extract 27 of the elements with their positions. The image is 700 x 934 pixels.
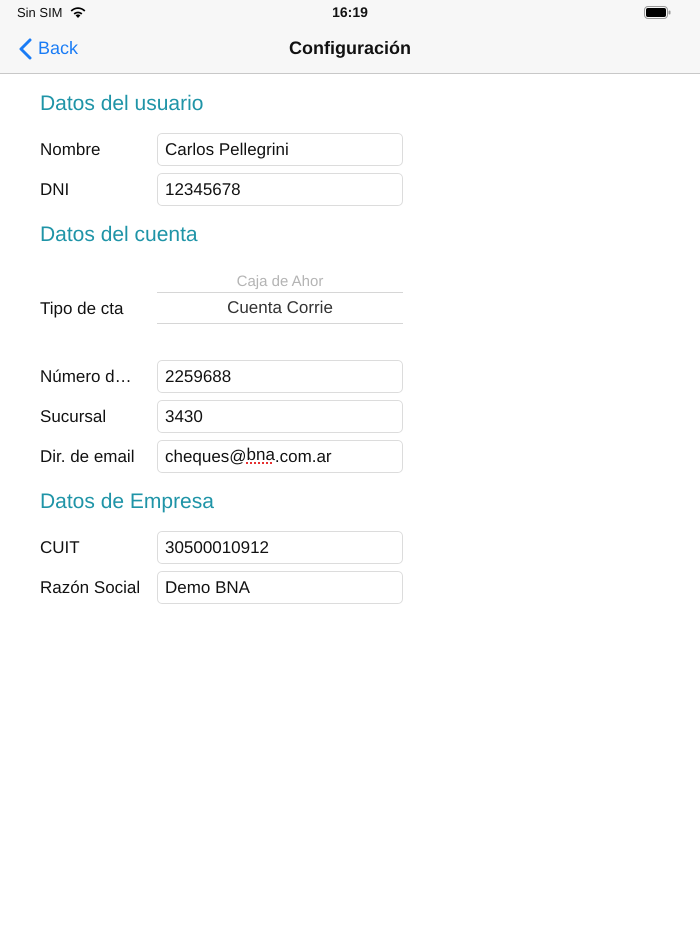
field-label: DNI [40, 180, 70, 200]
section-heading: Datos del usuario [40, 91, 204, 117]
text-field[interactable]: 2259688 [157, 360, 403, 393]
field-label: CUIT [40, 538, 81, 558]
chevron-left-icon [19, 38, 32, 60]
field-label: Sucursal [40, 406, 108, 426]
text-field[interactable]: 12345678 [157, 173, 403, 206]
clock-time: 16:19 [331, 4, 369, 20]
field-label: Dir. de email [40, 446, 136, 466]
field-label: Nombre [40, 140, 102, 160]
text-field[interactable]: 3430 [157, 400, 403, 433]
carrier-name: Sin SIM [17, 4, 63, 20]
text-field[interactable]: cheques@bna.com.ar [157, 440, 403, 473]
wifi-icon [70, 6, 86, 18]
battery-icon [644, 6, 671, 18]
picker-option[interactable]: Cuenta Corrie [157, 292, 403, 324]
section-heading: Datos de Empresa [40, 489, 214, 515]
text-field[interactable]: 30500010912 [157, 531, 403, 564]
misspelled-word: bna [246, 444, 275, 466]
field-label: Tipo de cta [40, 298, 124, 320]
field-label: Razón Social [40, 578, 142, 598]
section-heading: Datos del cuenta [40, 222, 198, 248]
text-field[interactable]: Demo BNA [157, 571, 403, 604]
text-field[interactable]: Carlos Pellegrini [157, 133, 403, 166]
screen-title: Configuración [288, 38, 412, 59]
field-label: Número d… [40, 366, 133, 386]
back-button[interactable]: Back [0, 30, 78, 66]
